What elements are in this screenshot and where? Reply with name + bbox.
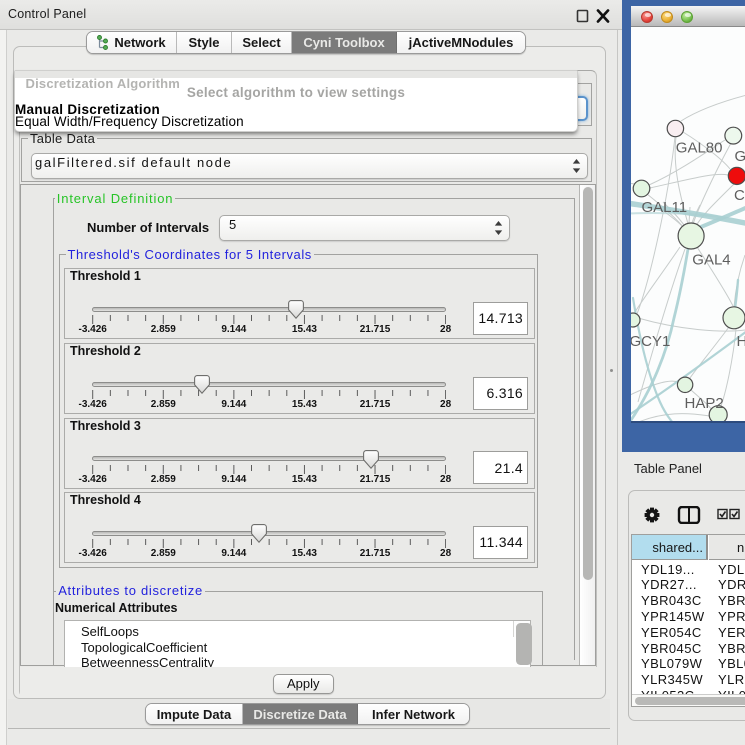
svg-text:GAL11: GAL11 <box>642 199 688 216</box>
svg-text:H: H <box>737 333 745 350</box>
svg-text:GCY1: GCY1 <box>631 333 670 350</box>
svg-text:GA: GA <box>735 148 745 165</box>
svg-text:HAP2: HAP2 <box>685 395 724 412</box>
svg-text:GAL4: GAL4 <box>692 252 730 269</box>
svg-text:GAL80: GAL80 <box>676 140 723 157</box>
svg-text:C: C <box>734 187 745 204</box>
